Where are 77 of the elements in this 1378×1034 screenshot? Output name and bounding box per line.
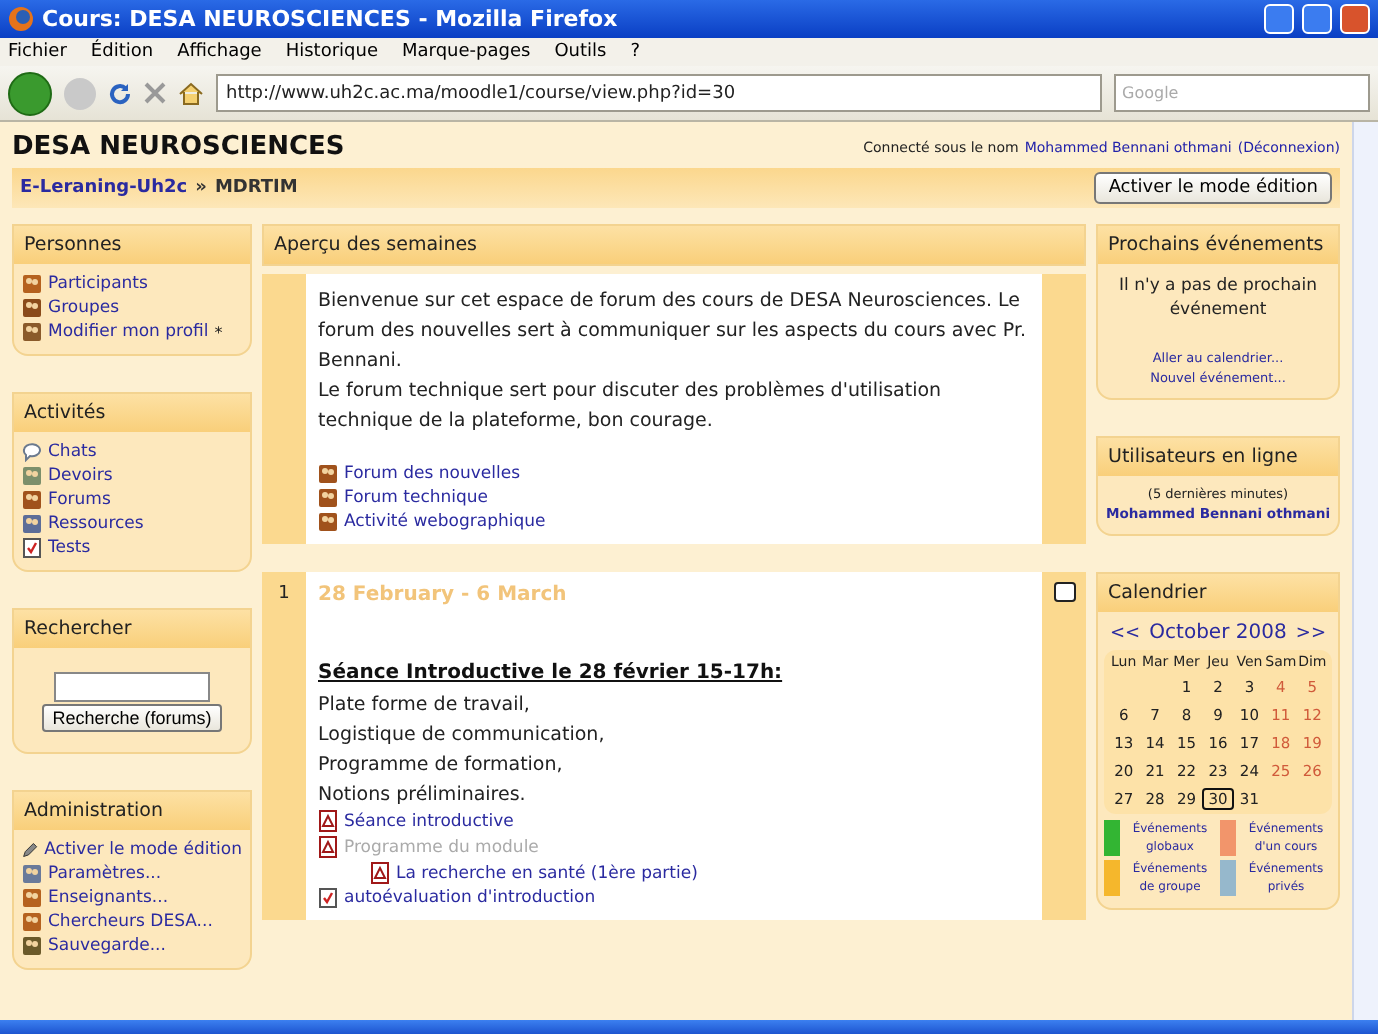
address-field[interactable]: http://www.uh2c.ac.ma/moodle1/course/view.php?id=30	[216, 74, 1102, 112]
menu-item[interactable]: Marque-pages	[402, 42, 531, 62]
no-events-message: Il n'y a pas de prochain événement	[1117, 274, 1319, 322]
people-icon	[22, 298, 42, 318]
next-month-link[interactable]: >>	[1295, 623, 1326, 643]
people-icon	[318, 464, 338, 484]
people-icon	[318, 512, 338, 532]
menu-item[interactable]: Affichage	[177, 42, 262, 62]
sidebar-link[interactable]: Chercheurs DESA...	[48, 912, 213, 932]
sidebar-link[interactable]: Enseignants...	[48, 888, 169, 908]
search-field[interactable]	[54, 672, 210, 702]
sidebar-link[interactable]: Ressources	[48, 514, 144, 534]
activity-link[interactable]: Forum technique	[344, 488, 489, 508]
activity-link[interactable]: Séance introductive	[344, 811, 514, 831]
people-icon	[22, 912, 42, 932]
edit-mode-button[interactable]: Activer le mode édition	[1094, 172, 1332, 204]
people-icon	[22, 490, 42, 510]
topic-line: Programme de formation,	[318, 752, 565, 780]
back-button[interactable]	[8, 71, 52, 115]
maximize-button[interactable]	[1302, 4, 1332, 34]
sidebar-link[interactable]: Sauvegarde...	[48, 936, 166, 956]
checkbox-icon[interactable]	[1053, 582, 1075, 602]
sidebar-link[interactable]: Modifier mon profil	[48, 322, 209, 342]
intro-paragraph: Bienvenue sur cet espace de forum des cours de DESA Neurosciences. Le forum des nouvelles sert à communiquer sur les aspects du cours avec Pr. Bennani.	[318, 288, 1029, 376]
menu-item[interactable]: Édition	[90, 42, 154, 62]
checklist-icon	[22, 538, 42, 558]
sidebar-link[interactable]: Participants	[48, 274, 148, 294]
topic-line: Logistique de communication,	[318, 722, 607, 750]
sidebar-link[interactable]: Paramètres...	[48, 864, 162, 884]
asterisk: *	[214, 323, 223, 341]
previous-month-link[interactable]: <<	[1110, 623, 1141, 643]
block-title: Utilisateurs en ligne	[1098, 438, 1338, 476]
breadcrumb-separator: »	[195, 178, 207, 198]
reload-icon[interactable]	[108, 81, 132, 105]
sidebar-link[interactable]: Forums	[48, 490, 111, 510]
activity-link[interactable]: Activité webographique	[344, 512, 546, 532]
activity-link[interactable]: Forum des nouvelles	[344, 464, 521, 484]
menu-item[interactable]: ?	[630, 42, 640, 62]
sidebar-link[interactable]: Devoirs	[48, 466, 113, 486]
block-title: Rechercher	[14, 610, 250, 648]
intro-paragraph: Le forum technique sert pour discuter des problèmes d'utilisation technique de la plateforme, bon courage.	[318, 378, 944, 436]
speech-bubble-icon	[22, 442, 42, 462]
minimize-button[interactable]	[1264, 4, 1294, 34]
week-dates: 28 February - 6 March	[318, 584, 569, 606]
menu-item[interactable]: Outils	[554, 42, 607, 62]
home-icon[interactable]	[178, 81, 204, 105]
session-heading: Séance Introductive le 28 février 15-17h:	[318, 660, 785, 688]
browser-logo-icon	[8, 6, 34, 32]
close-button[interactable]	[1340, 4, 1370, 34]
topic-line: Notions préliminaires.	[318, 782, 528, 810]
activity-link[interactable]: autoévaluation d'introduction	[344, 888, 596, 908]
scrollbar[interactable]	[1352, 122, 1378, 1020]
section-title: Aperçu des semaines	[262, 224, 1086, 266]
week-number: 1	[278, 584, 290, 608]
pencil-icon	[22, 840, 39, 860]
breadcrumb-link[interactable]: E-Leraning-Uh2c	[20, 178, 188, 198]
window-title: Cours: DESA NEUROSCIENCES - Mozilla Firefox	[42, 6, 620, 32]
topic-line: Plate forme de travail,	[318, 692, 532, 720]
breadcrumb-current: MDRTIM	[214, 178, 298, 198]
site-title: DESA NEUROSCIENCES	[12, 132, 345, 162]
block-title: Prochains événements	[1098, 226, 1338, 264]
month-title: October 2008	[1149, 622, 1287, 644]
menu-item[interactable]: Historique	[285, 42, 378, 62]
people-icon	[318, 488, 338, 508]
block-title: Personnes	[14, 226, 250, 264]
sidebar-link[interactable]: Tests	[48, 538, 91, 558]
sidebar-link[interactable]: Groupes	[48, 298, 120, 318]
people-icon	[22, 888, 42, 908]
block-title: Administration	[14, 792, 250, 830]
people-icon	[22, 274, 42, 294]
block-title: Calendrier	[1098, 574, 1338, 612]
sidebar-link[interactable]: Chats	[48, 442, 97, 462]
block-title: Activités	[14, 394, 250, 432]
menu-item[interactable]: Fichier	[8, 42, 67, 62]
search-button[interactable]: Recherche (forums)	[42, 704, 222, 732]
sidebar-link[interactable]: Activer le mode édition	[44, 840, 242, 860]
checklist-icon	[318, 888, 338, 908]
